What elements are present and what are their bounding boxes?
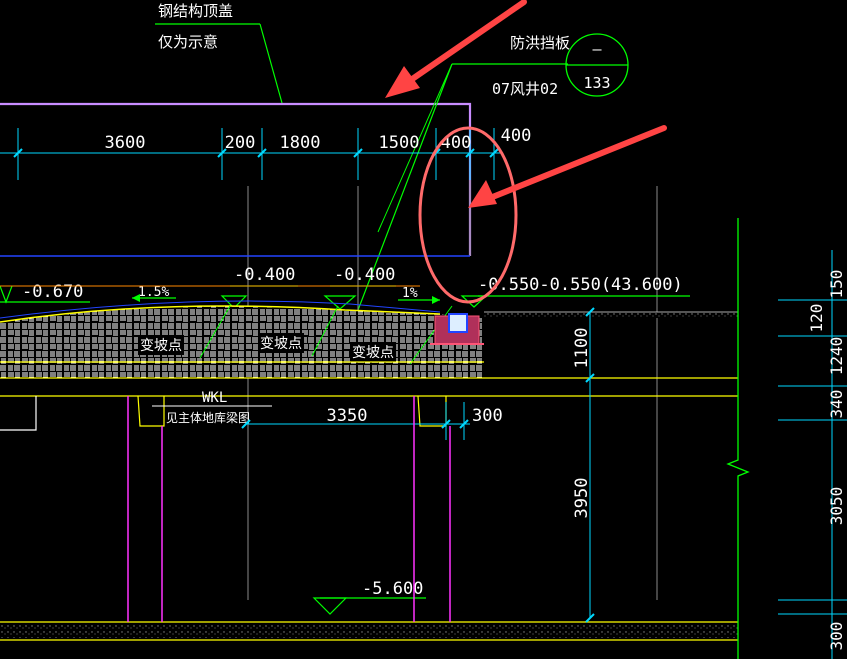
flood-board-slot — [448, 313, 468, 333]
elev-triangle — [0, 285, 13, 304]
dim-1100: 1100 — [572, 328, 592, 369]
beam-note: 见主体地库梁图 — [166, 410, 250, 425]
right-dimension-chain: 150 120 1240 340 3050 300 — [778, 250, 847, 659]
dim-3600: 3600 — [105, 133, 146, 153]
dim-200: 200 — [225, 133, 256, 153]
dim-r-300: 300 — [827, 622, 846, 651]
elev-neg-0670: -0.670 — [22, 282, 83, 302]
grade-change-2: 变坡点 — [260, 336, 302, 352]
dim-r-1240: 1240 — [827, 337, 846, 376]
section-mark[interactable]: – 133 — [565, 33, 629, 97]
paving-section[interactable] — [0, 306, 484, 378]
slope-1: 1% — [402, 286, 418, 301]
dim-3950: 3950 — [572, 478, 592, 519]
dim-300: 300 — [472, 406, 503, 426]
flood-board-note: 防洪挡板 07风井02 — [341, 34, 570, 353]
flood-board-label: 防洪挡板 — [510, 34, 570, 52]
dim-1500: 1500 — [379, 133, 420, 153]
dim-1800: 1800 — [280, 133, 321, 153]
dim-r-340: 340 — [827, 390, 846, 419]
grade-change-1: 变坡点 — [140, 338, 182, 354]
elev-neg-0550: -0.550-0.550(43.600) — [478, 275, 683, 295]
fan-well-label: 07风井02 — [492, 80, 558, 98]
dim-r-3050: 3050 — [827, 487, 846, 526]
steel-roof-leader — [259, 23, 283, 104]
steel-roof-outline[interactable] — [0, 102, 472, 256]
vertical-dimensions: 1100 3950 — [572, 307, 595, 623]
section-mark-bottom: 133 — [583, 74, 610, 92]
steel-roof-note-line1: 钢结构顶盖 — [158, 2, 233, 20]
slope-arrowhead — [132, 294, 140, 302]
dim-r-120: 120 — [807, 304, 826, 333]
dim-3350: 3350 — [327, 406, 368, 426]
section-mark-top: – — [592, 40, 602, 58]
ground-soil — [484, 312, 738, 318]
construction-lines — [247, 180, 658, 600]
bottom-soil — [0, 624, 738, 638]
steel-roof-note: 钢结构顶盖 仅为示意 — [155, 2, 283, 104]
mid-dimension-chain: 3350 300 — [241, 402, 503, 440]
right-section-line — [726, 218, 750, 659]
flood-board-channel[interactable] — [430, 313, 484, 345]
grade-change-3: 变坡点 — [352, 345, 394, 361]
dim-400-a: 400 — [441, 133, 472, 153]
dim-r-150: 150 — [827, 270, 846, 299]
elev-triangle — [312, 597, 348, 615]
elev-neg-0400-b: -0.400 — [334, 265, 395, 285]
left-wall-outline — [0, 396, 37, 431]
cad-drawing-canvas[interactable]: 钢结构顶盖 仅为示意 防洪挡板 07风井02 – 133 3600 200 18… — [0, 0, 847, 659]
elev-neg-0400-a: -0.400 — [234, 265, 295, 285]
steel-roof-note-line2: 仅为示意 — [158, 33, 218, 51]
beam-name: WKL — [202, 390, 227, 406]
red-arrow-lower-icon — [468, 125, 667, 208]
dim-400-b: 400 — [501, 126, 532, 146]
slope-arrowhead — [432, 296, 440, 304]
